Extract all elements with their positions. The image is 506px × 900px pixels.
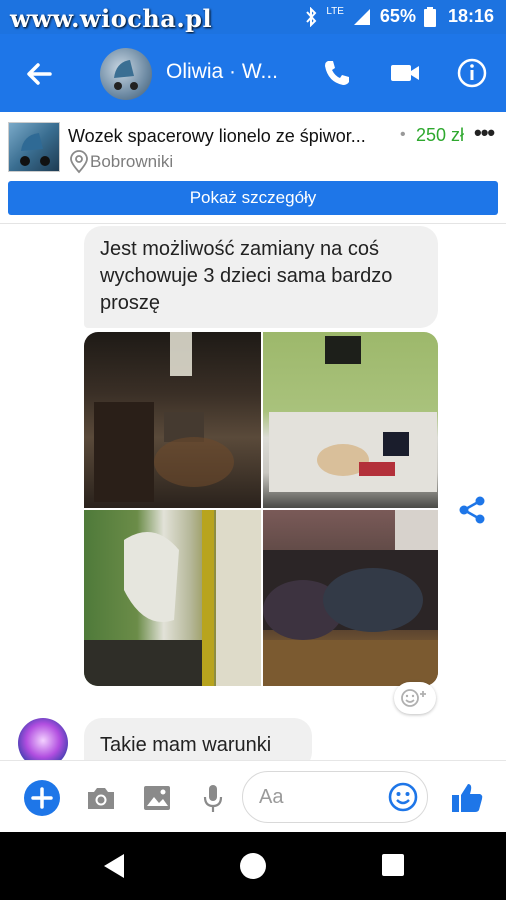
more-options-icon[interactable]: •••	[474, 120, 495, 146]
share-icon[interactable]	[456, 494, 488, 526]
message-input[interactable]: Aa	[242, 771, 428, 823]
status-bar: www.wiocha.pl LTE 65% 18:16	[0, 0, 506, 34]
network-type: LTE	[326, 6, 344, 17]
stroller-photo-icon	[114, 60, 138, 90]
listing-thumbnail[interactable]	[8, 122, 60, 172]
listing-location: Bobrowniki	[90, 152, 174, 171]
battery-percent: 65%	[379, 6, 416, 26]
show-details-button[interactable]: Pokaż szczegóły	[8, 181, 498, 215]
thumbs-up-icon[interactable]	[448, 779, 486, 817]
nav-recent-apps-icon[interactable]	[382, 854, 404, 876]
info-icon[interactable]	[455, 56, 489, 90]
system-nav-bar	[0, 832, 506, 900]
nav-home-icon[interactable]	[240, 853, 266, 879]
listing-price: 250 zł	[416, 125, 465, 145]
separator-dot: •	[400, 126, 406, 143]
contact-avatar[interactable]	[100, 48, 152, 100]
plus-icon	[31, 787, 53, 809]
add-reaction-button[interactable]	[394, 682, 436, 714]
microphone-icon[interactable]	[196, 781, 230, 815]
video-call-icon[interactable]	[388, 56, 422, 90]
photo-messy-room[interactable]	[263, 510, 438, 686]
phone-icon[interactable]	[320, 56, 354, 90]
camera-icon[interactable]	[84, 781, 118, 815]
marketplace-listing: Wozek spacerowy lionelo ze śpiwor... • 2…	[0, 112, 506, 224]
emoji-icon[interactable]	[387, 781, 419, 813]
photo-damaged-wall[interactable]	[84, 510, 261, 686]
bluetooth-icon	[306, 6, 317, 27]
message-bubble[interactable]: Jest możliwość zamiany na coś wychowuje …	[84, 226, 438, 328]
status-icons: LTE 65% 18:16	[304, 6, 494, 27]
smiley-plus-icon	[401, 689, 426, 707]
stroller-thumb-icon	[20, 133, 50, 166]
input-placeholder: Aa	[259, 786, 284, 808]
photo-kitchen[interactable]	[84, 332, 261, 508]
photo-bedroom[interactable]	[263, 332, 438, 508]
gallery-icon[interactable]	[140, 781, 174, 815]
signal-icon	[353, 8, 370, 25]
back-arrow-icon[interactable]	[22, 56, 58, 92]
clock: 18:16	[447, 6, 494, 26]
location-pin-icon	[70, 150, 88, 174]
add-button[interactable]	[24, 780, 60, 816]
nav-back-icon[interactable]	[100, 852, 128, 880]
listing-title[interactable]: Wozek spacerowy lionelo ze śpiwor...	[68, 126, 366, 147]
message-composer: Aa	[0, 760, 506, 832]
chat-header: Oliwia · W...	[0, 34, 506, 112]
watermark: www.wiocha.pl	[10, 4, 213, 33]
contact-name[interactable]: Oliwia · W...	[166, 60, 278, 84]
battery-icon	[423, 6, 436, 27]
